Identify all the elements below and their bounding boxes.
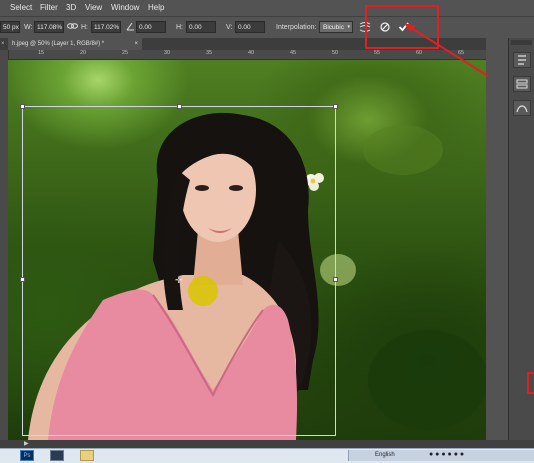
- scroll-area: [486, 38, 508, 440]
- history-panel-icon[interactable]: [513, 52, 531, 68]
- horizontal-skew-field[interactable]: 0.00: [186, 21, 216, 33]
- width-label: W:: [24, 24, 33, 31]
- annotation-edge-mark: [527, 372, 534, 394]
- ruler-label: 50: [332, 50, 339, 56]
- annotation-arrow: [404, 23, 489, 77]
- transform-handle-left[interactable]: [20, 277, 25, 282]
- transform-handle-top[interactable]: [177, 104, 182, 109]
- height-percent-field[interactable]: 117.02%: [91, 21, 121, 33]
- dock-grip[interactable]: [511, 40, 532, 45]
- tray-icons[interactable]: ● ● ● ● ● ●: [429, 451, 464, 458]
- vertical-skew-field[interactable]: 0.00: [235, 21, 265, 33]
- menu-window[interactable]: Window: [111, 3, 139, 12]
- tab-close-icon[interactable]: ×: [134, 38, 138, 50]
- ruler-label: 40: [248, 50, 255, 56]
- app-taskbar-icon[interactable]: [50, 450, 64, 461]
- play-icon[interactable]: ▶: [24, 440, 29, 447]
- ruler-label: 30: [164, 50, 171, 56]
- interpolation-value: Bicubic: [323, 24, 344, 31]
- status-bar: ▶: [0, 440, 534, 448]
- transform-handle-right[interactable]: [333, 277, 338, 282]
- menu-filter[interactable]: Filter: [40, 3, 58, 12]
- angle-icon: [126, 22, 135, 33]
- menu-select[interactable]: Select: [10, 3, 32, 12]
- tab-title: h.jpeg @ 50% (Layer 1, RGB/8#) *: [12, 41, 105, 47]
- folder-taskbar-icon[interactable]: [80, 450, 94, 461]
- interpolation-label: Interpolation:: [276, 24, 317, 31]
- interpolation-select[interactable]: Bicubic ▾: [319, 21, 353, 33]
- ruler-label: 55: [374, 50, 381, 56]
- free-transform-box[interactable]: [20, 104, 338, 436]
- dropdown-arrows-icon: ▾: [347, 24, 350, 30]
- chain-link-icon[interactable]: [67, 22, 78, 32]
- system-tray: English ● ● ● ● ● ●: [348, 450, 534, 461]
- transform-handle-top-left[interactable]: [20, 104, 25, 109]
- menu-help[interactable]: Help: [148, 3, 164, 12]
- menu-view[interactable]: View: [85, 3, 102, 12]
- properties-panel-icon[interactable]: [513, 76, 531, 92]
- ruler-label: 25: [122, 50, 129, 56]
- ruler-label: 20: [80, 50, 87, 56]
- horizontal-skew-label: H:: [176, 24, 183, 31]
- ruler-label: 15: [38, 50, 45, 56]
- tab-document[interactable]: h.jpeg @ 50% (Layer 1, RGB/8#) * ×: [8, 38, 142, 50]
- vertical-skew-label: V:: [226, 24, 233, 31]
- ruler-label: 35: [206, 50, 213, 56]
- height-label: H:: [81, 24, 88, 31]
- rotation-angle-field[interactable]: 0.00: [136, 21, 166, 33]
- input-language[interactable]: English: [375, 452, 395, 458]
- width-percent-field[interactable]: 117.08%: [34, 21, 64, 33]
- tab-close-left-icon[interactable]: ×: [1, 38, 5, 50]
- x-position-field[interactable]: 50 px: [0, 21, 20, 33]
- ruler-label: 45: [290, 50, 297, 56]
- paths-panel-icon[interactable]: [513, 100, 531, 116]
- menu-3d[interactable]: 3D: [66, 3, 76, 12]
- photoshop-taskbar-icon[interactable]: Ps: [20, 450, 34, 461]
- transform-handle-top-right[interactable]: [333, 104, 338, 109]
- menu-bar: Select Filter 3D View Window Help: [0, 0, 534, 16]
